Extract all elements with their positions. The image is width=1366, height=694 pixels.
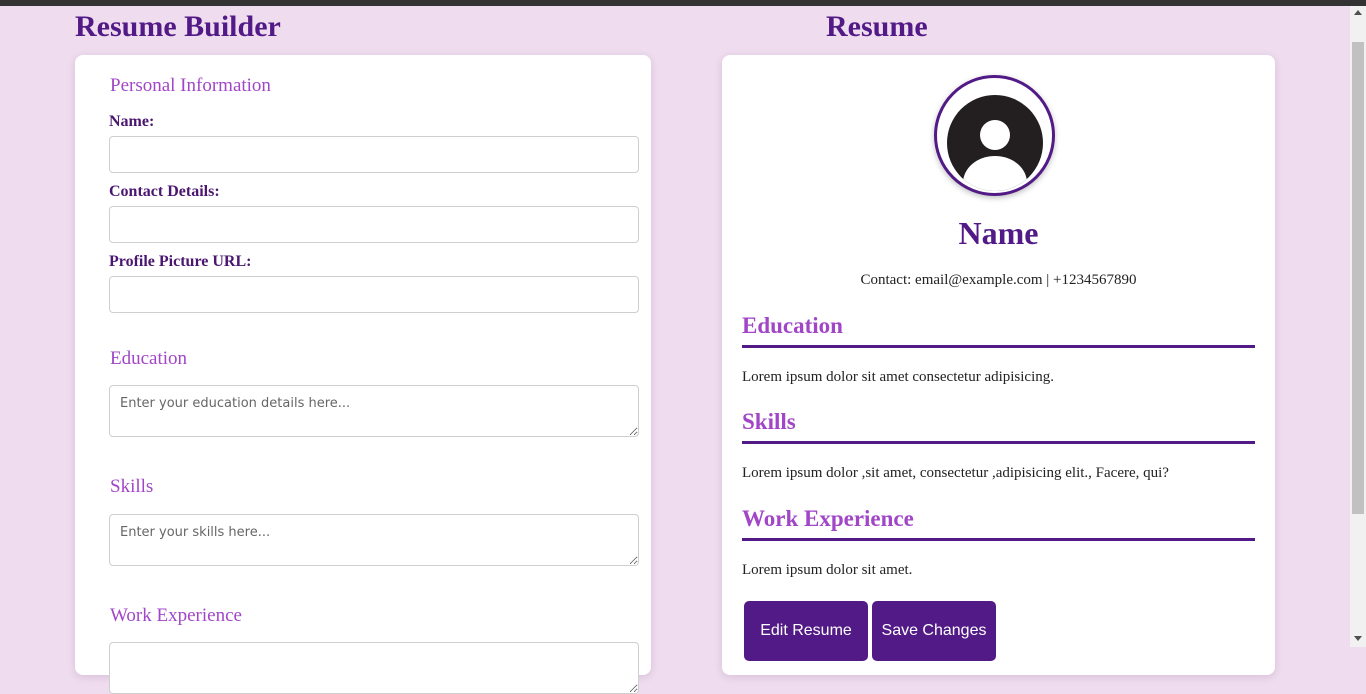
resume-title: Resume [826, 10, 928, 43]
builder-title: Resume Builder [75, 10, 281, 43]
resume-contact: Contact: email@example.com | +1234567890 [860, 272, 1137, 288]
resume-skills-text: Lorem ipsum dolor ,sit amet, consectetur… [742, 465, 1169, 481]
scroll-up-arrow-icon[interactable] [1354, 10, 1362, 15]
name-input[interactable] [109, 136, 639, 173]
picture-url-label: Profile Picture URL: [109, 253, 252, 270]
edit-resume-button[interactable]: Edit Resume [744, 601, 868, 661]
scrollbar-thumb[interactable] [1352, 42, 1364, 514]
skills-textarea[interactable] [109, 514, 639, 566]
builder-form-card: Personal Information Name: Contact Detai… [75, 55, 651, 694]
resume-preview-card: Name Contact: email@example.com | +12345… [722, 55, 1275, 675]
work-experience-textarea[interactable] [109, 642, 639, 694]
picture-url-input[interactable] [109, 276, 639, 313]
save-changes-button[interactable]: Save Changes [872, 601, 996, 661]
education-textarea[interactable] [109, 385, 639, 437]
resume-skills-heading: Skills [742, 409, 1255, 444]
work-experience-heading: Work Experience [110, 605, 242, 626]
resume-education-text: Lorem ipsum dolor sit amet consectetur a… [742, 369, 1055, 385]
resume-education-heading: Education [742, 313, 1255, 348]
contact-label: Contact Details: [109, 183, 220, 200]
browser-top-edge [0, 0, 1366, 6]
resume-work-heading: Work Experience [742, 506, 1255, 541]
page-scrollbar[interactable] [1350, 6, 1366, 647]
personal-info-heading: Personal Information [110, 75, 271, 96]
resume-work-text: Lorem ipsum dolor sit amet. [742, 562, 913, 578]
contact-input[interactable] [109, 206, 639, 243]
user-avatar-icon [947, 95, 1043, 191]
avatar [934, 75, 1055, 196]
education-heading: Education [110, 348, 188, 369]
name-label: Name: [109, 113, 155, 130]
resume-name: Name [958, 215, 1039, 251]
skills-heading: Skills [110, 476, 154, 497]
scroll-down-arrow-icon[interactable] [1354, 636, 1362, 641]
